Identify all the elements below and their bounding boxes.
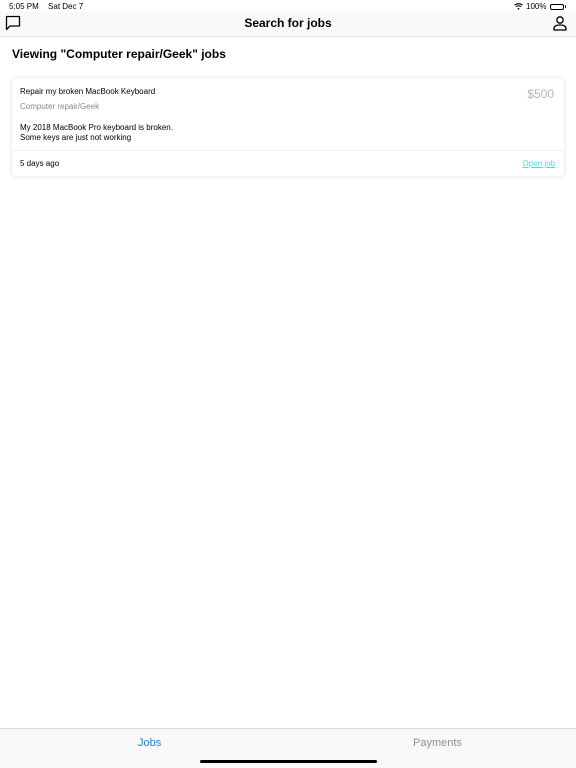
tab-payments[interactable]: Payments	[413, 737, 462, 749]
job-description: My 2018 MacBook Pro keyboard is broken. …	[20, 123, 173, 142]
status-time: 5:05 PM	[9, 2, 39, 11]
navigation-bar: Search for jobs	[0, 12, 576, 37]
home-indicator	[200, 760, 377, 763]
profile-icon[interactable]	[552, 15, 568, 31]
job-posted-age: 5 days ago	[20, 159, 60, 168]
results-heading: Viewing "Computer repair/Geek" jobs	[12, 47, 226, 61]
status-right: 100%	[514, 2, 566, 11]
job-category: Computer repair/Geek	[20, 102, 100, 111]
job-title: Repair my broken MacBook Keyboard	[20, 87, 156, 96]
status-left: 5:05 PM Sat Dec 7	[9, 2, 90, 11]
job-card[interactable]: Repair my broken MacBook Keyboard $500 C…	[12, 78, 564, 176]
page-title: Search for jobs	[244, 16, 332, 30]
open-job-link[interactable]: Open job	[523, 159, 555, 168]
battery-icon	[549, 3, 566, 10]
status-date: Sat Dec 7	[48, 2, 84, 11]
battery-percent: 100%	[526, 2, 547, 11]
job-price: $500	[527, 87, 554, 101]
tab-bar: Jobs Payments	[0, 728, 576, 768]
card-divider	[12, 150, 564, 151]
wifi-icon	[514, 3, 523, 10]
tab-jobs[interactable]: Jobs	[138, 737, 161, 749]
